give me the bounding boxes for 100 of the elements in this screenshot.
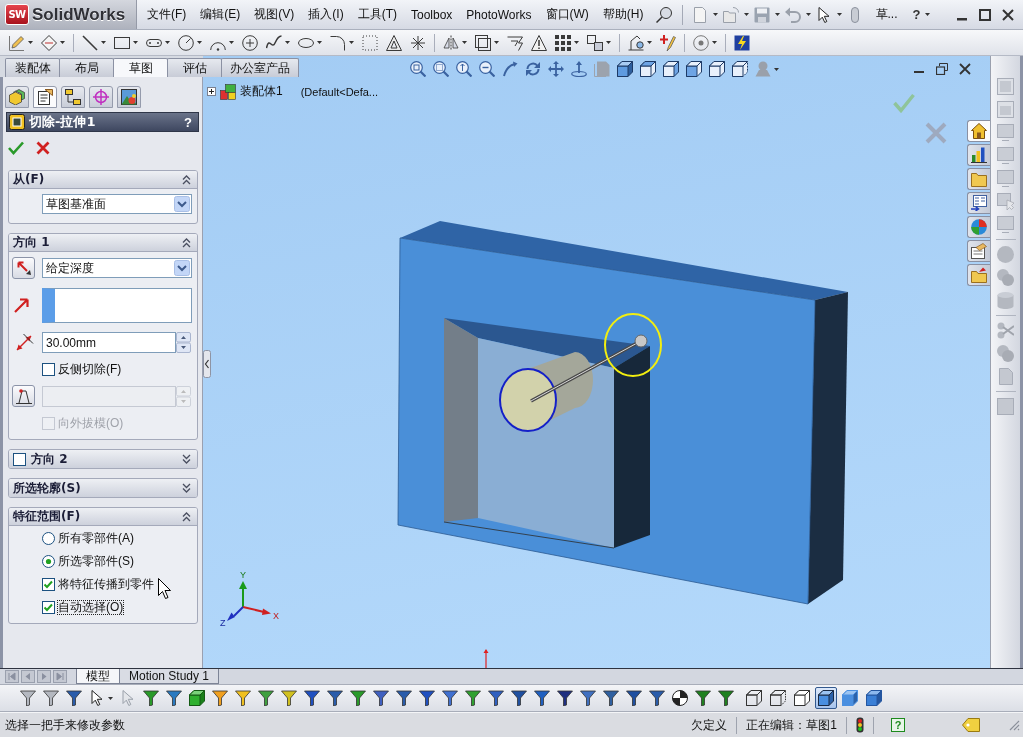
double-chevron-up-icon[interactable] xyxy=(182,174,191,185)
caret-icon[interactable] xyxy=(774,13,780,16)
tab[interactable]: 布局 xyxy=(59,58,114,77)
radio-label[interactable]: 所选零部件(S) xyxy=(58,554,134,568)
cube-icon[interactable] xyxy=(189,690,205,706)
circle-icon[interactable] xyxy=(178,34,194,51)
spline-icon[interactable] xyxy=(266,34,282,51)
warning-triangle-icon[interactable] xyxy=(531,34,547,51)
menu-item[interactable]: 视图(V) xyxy=(254,6,295,23)
double-chevron-up-icon[interactable] xyxy=(182,511,191,522)
caret-icon[interactable] xyxy=(712,41,717,44)
funnel-icon[interactable] xyxy=(534,690,550,706)
menu-item[interactable]: 文件(F) xyxy=(147,6,187,23)
caret-icon[interactable] xyxy=(574,41,579,44)
caret-icon[interactable] xyxy=(165,41,170,44)
cube-icon[interactable] xyxy=(663,61,679,77)
offset-squares-icon[interactable] xyxy=(475,34,491,51)
caret-icon[interactable] xyxy=(349,41,354,44)
selection-list-field[interactable] xyxy=(42,288,192,323)
sphere-icon[interactable] xyxy=(672,690,688,706)
group-header[interactable]: 方向 2 xyxy=(9,450,197,468)
pointer-icon[interactable] xyxy=(815,6,832,23)
caret-icon[interactable] xyxy=(133,41,138,44)
angled-lines-icon[interactable] xyxy=(507,34,523,51)
rotate-arrows-icon[interactable] xyxy=(525,61,541,77)
cube-icon[interactable] xyxy=(640,61,656,77)
tab[interactable]: Motion Study 1 xyxy=(119,669,220,684)
plus-box-icon[interactable] xyxy=(207,87,216,96)
menu-item[interactable]: 插入(I) xyxy=(308,6,344,23)
close-icon[interactable] xyxy=(959,63,971,75)
tab[interactable]: 模型 xyxy=(76,669,120,684)
relations-icon[interactable] xyxy=(628,34,644,51)
funnel-icon[interactable] xyxy=(649,690,665,706)
axis-arrow-icon[interactable] xyxy=(571,61,587,77)
x-icon[interactable] xyxy=(36,141,50,155)
group-header[interactable]: 从(F) xyxy=(9,171,197,189)
funnel-icon[interactable] xyxy=(488,690,504,706)
spin-buttons-icon[interactable] xyxy=(176,332,191,353)
maximize-icon[interactable] xyxy=(979,8,991,21)
circle-dot-icon[interactable] xyxy=(693,34,709,51)
checkbox[interactable] xyxy=(42,600,55,614)
funnel-icon[interactable] xyxy=(419,690,435,706)
funnel-icon[interactable] xyxy=(327,690,343,706)
funnel-icon[interactable] xyxy=(557,690,573,706)
funnel-icon[interactable] xyxy=(442,690,458,706)
funnel-icon[interactable] xyxy=(580,690,596,706)
chevron-down-icon[interactable] xyxy=(174,260,190,276)
funnel-icon[interactable] xyxy=(43,690,59,706)
funnel-icon[interactable] xyxy=(258,690,274,706)
magnifier-icon[interactable] xyxy=(410,61,426,77)
move-squares-icon[interactable] xyxy=(587,34,603,51)
caret-icon[interactable] xyxy=(774,67,779,71)
triangle-icon[interactable] xyxy=(386,34,402,51)
caret-icon[interactable] xyxy=(836,13,842,16)
caret-icon[interactable] xyxy=(925,13,931,16)
caret-icon[interactable] xyxy=(462,41,467,44)
caret-icon[interactable] xyxy=(743,13,749,16)
checkbox-label[interactable]: 自动选择(O) xyxy=(58,600,124,614)
restore-icon[interactable] xyxy=(936,63,948,75)
rectangle-icon[interactable] xyxy=(114,34,130,51)
tag-icon[interactable] xyxy=(962,718,980,732)
funnel-icon[interactable] xyxy=(511,690,527,706)
grid-dots-icon[interactable] xyxy=(555,34,571,51)
caret-icon[interactable] xyxy=(805,13,811,16)
drag-handle[interactable] xyxy=(530,334,648,403)
blocks-icon[interactable] xyxy=(220,83,236,100)
pointer-icon[interactable] xyxy=(89,690,105,706)
sketch-circle[interactable] xyxy=(499,368,557,432)
check-icon[interactable] xyxy=(893,93,915,113)
funnel-icon[interactable] xyxy=(465,690,481,706)
caret-icon[interactable] xyxy=(101,41,106,44)
curved-arrow-icon[interactable] xyxy=(502,61,518,77)
checkbox[interactable] xyxy=(42,362,55,376)
funnel-icon[interactable] xyxy=(212,690,228,706)
help-button[interactable]: ? xyxy=(912,7,921,22)
menu-item[interactable]: PhotoWorks xyxy=(466,7,532,22)
traffic-light-icon[interactable] xyxy=(856,717,864,733)
caret-icon[interactable] xyxy=(229,41,234,44)
radio-button[interactable] xyxy=(42,531,55,545)
funnel-icon[interactable] xyxy=(281,690,297,706)
four-way-arrow-icon[interactable] xyxy=(548,61,564,77)
double-chevron-down-icon[interactable] xyxy=(182,454,191,464)
caret-icon[interactable] xyxy=(197,41,202,44)
menu-item[interactable]: 帮助(H) xyxy=(602,6,644,23)
tab[interactable]: 办公室产品 xyxy=(221,58,299,77)
plus-pencil-icon[interactable] xyxy=(660,34,676,51)
caret-icon[interactable] xyxy=(60,41,65,44)
menu-item[interactable]: 窗口(W) xyxy=(545,6,589,23)
number-field[interactable]: 30.00mm xyxy=(42,332,176,353)
caret-icon[interactable] xyxy=(28,41,33,44)
dotted-square-icon[interactable] xyxy=(362,34,378,51)
group-header[interactable]: 方向 1 xyxy=(9,234,197,252)
funnel-icon[interactable] xyxy=(166,690,182,706)
double-chevron-up-icon[interactable] xyxy=(182,237,191,248)
tab[interactable]: 草图 xyxy=(113,58,168,77)
funnel-icon[interactable] xyxy=(626,690,642,706)
menu-item[interactable]: 编辑(E) xyxy=(200,6,241,23)
lightning-page-icon[interactable] xyxy=(734,34,750,51)
caret-icon[interactable] xyxy=(647,41,652,44)
cube-icon[interactable] xyxy=(709,61,725,77)
